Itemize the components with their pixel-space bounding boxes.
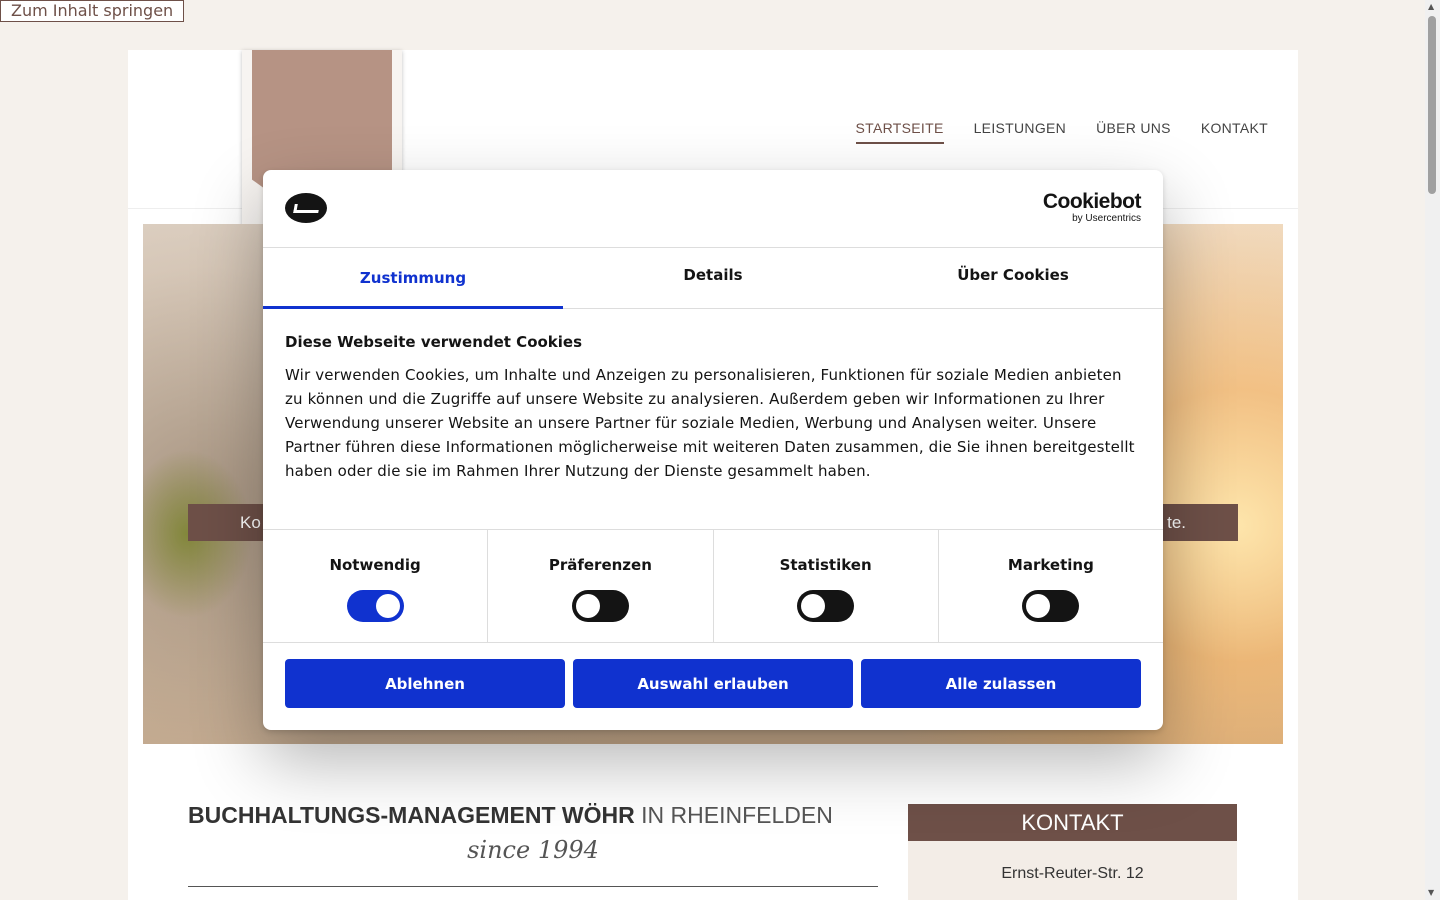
hero-banner-text-start: Ko [240, 513, 261, 532]
title-divider [188, 886, 878, 887]
contact-address: Ernst-Reuter-Str. 12 [1001, 865, 1144, 882]
contact-heading: KONTAKT [908, 804, 1237, 841]
scroll-down-icon[interactable]: ▼ [1428, 889, 1434, 897]
tab-zustimmung[interactable]: Zustimmung [263, 248, 563, 309]
page-title-strong: BUCHHALTUNGS-MANAGEMENT WÖHR [188, 802, 635, 828]
cookie-dialog-header: Cookiebot by Usercentrics [263, 170, 1163, 248]
toggle-label-notwendig: Notwendig [329, 556, 421, 574]
toggle-group-marketing: Marketing [939, 530, 1163, 642]
since-tagline: since 1994 [467, 836, 599, 864]
cookie-heading: Diese Webseite verwendet Cookies [285, 333, 583, 351]
toggle-label-marketing: Marketing [1007, 556, 1094, 574]
page-scrollbar[interactable]: ▲ ▼ [1425, 0, 1440, 900]
tab-ueber-cookies[interactable]: Über Cookies [863, 248, 1163, 308]
cookie-actions: Ablehnen Auswahl erlauben Alle zulassen [263, 643, 1163, 708]
toggle-label-praeferenzen: Präferenzen [548, 556, 652, 574]
toggle-group-notwendig: Notwendig [263, 530, 489, 642]
allow-all-button[interactable]: Alle zulassen [861, 659, 1141, 708]
cookie-description: Diese Webseite verwendet Cookies Wir ver… [263, 309, 1163, 530]
toggle-label-statistiken: Statistiken [779, 556, 872, 574]
allow-selection-button[interactable]: Auswahl erlauben [573, 659, 853, 708]
nav-item-ueber-uns[interactable]: ÜBER UNS [1096, 120, 1171, 144]
toggle-marketing[interactable] [1022, 590, 1080, 622]
cookiebot-logo-icon [285, 193, 327, 223]
toggle-group-statistiken: Statistiken [714, 530, 939, 642]
cookie-tabs: Zustimmung Details Über Cookies [263, 248, 1163, 309]
cookiebot-brand-name: Cookiebot [1042, 190, 1142, 213]
cookie-body-text: Wir verwenden Cookies, um Inhalte und An… [285, 366, 1135, 480]
cookiebot-brand-sub: by Usercentrics [1072, 213, 1141, 224]
nav-item-leistungen[interactable]: LEISTUNGEN [974, 120, 1066, 144]
main-nav: STARTSEITE LEISTUNGEN ÜBER UNS KONTAKT [855, 120, 1268, 144]
scrollbar-thumb[interactable] [1428, 16, 1436, 194]
decline-button[interactable]: Ablehnen [285, 659, 565, 708]
cookie-category-toggles: Notwendig Präferenzen Statistiken Market… [263, 530, 1163, 643]
nav-item-kontakt[interactable]: KONTAKT [1201, 120, 1268, 144]
toggle-group-praeferenzen: Präferenzen [488, 530, 714, 642]
cookiebot-brand[interactable]: Cookiebot by Usercentrics [1042, 190, 1142, 225]
contact-box: KONTAKT Ernst-Reuter-Str. 12 [908, 804, 1237, 900]
page-title-location: IN RHEINFELDEN [641, 802, 833, 828]
nav-item-startseite[interactable]: STARTSEITE [855, 120, 944, 144]
toggle-notwendig[interactable] [346, 590, 404, 622]
toggle-praeferenzen[interactable] [571, 590, 629, 622]
tab-details[interactable]: Details [563, 248, 863, 308]
scroll-up-icon[interactable]: ▲ [1428, 3, 1434, 11]
page-title: BUCHHALTUNGS-MANAGEMENT WÖHR IN RHEINFEL… [188, 802, 878, 829]
skip-to-content-link[interactable]: Zum Inhalt springen [0, 0, 185, 22]
hero-banner-text-end: te. [1167, 513, 1186, 532]
toggle-statistiken[interactable] [797, 590, 855, 622]
cookie-consent-dialog: Cookiebot by Usercentrics Zustimmung Det… [263, 170, 1163, 730]
